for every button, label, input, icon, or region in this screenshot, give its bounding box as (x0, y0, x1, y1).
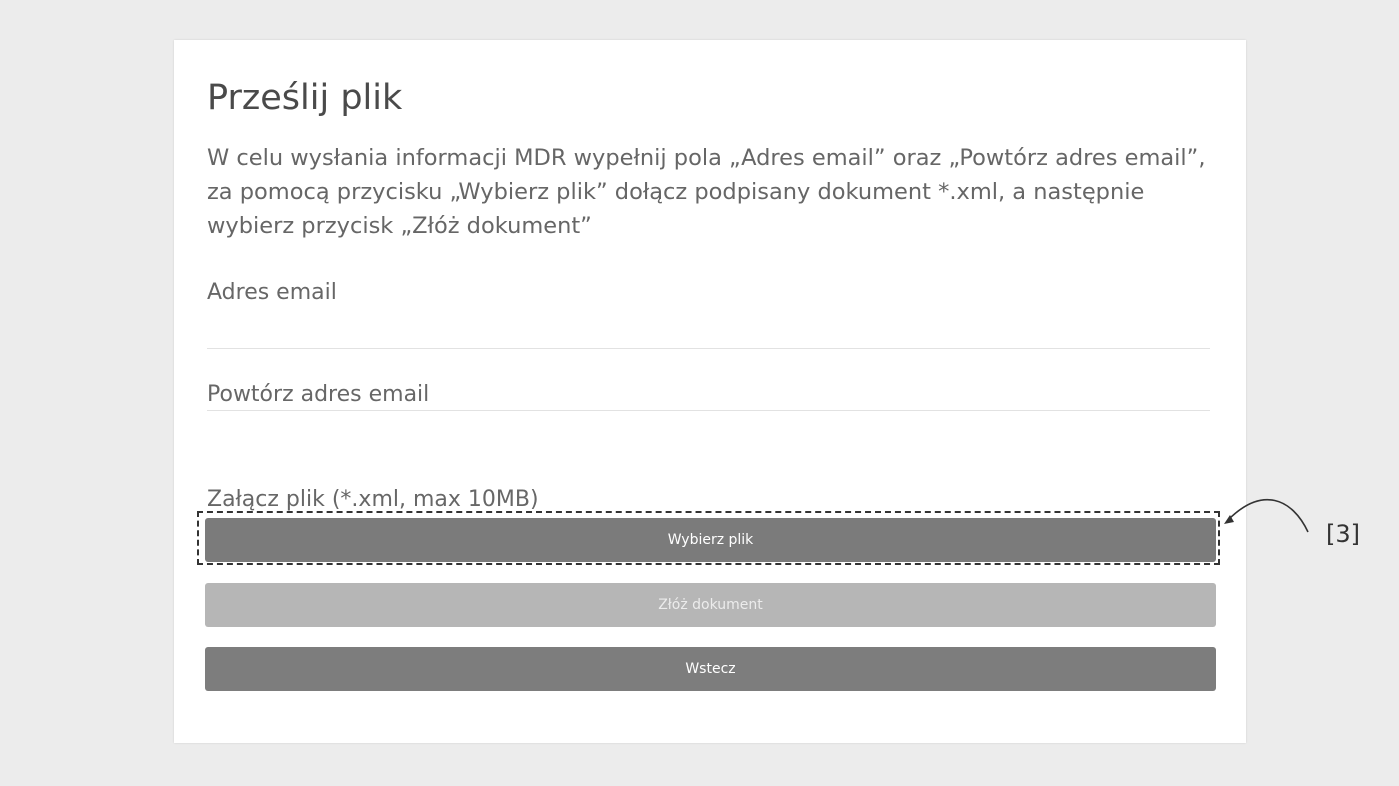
email-label: Adres email (207, 280, 337, 305)
submit-document-button[interactable]: Złóż dokument (205, 583, 1216, 627)
repeat-email-field[interactable] (207, 380, 1210, 411)
back-button[interactable]: Wstecz (205, 647, 1216, 691)
choose-file-button[interactable]: Wybierz plik (205, 518, 1216, 562)
callout-marker: [3] (1326, 520, 1360, 548)
email-field[interactable] (207, 318, 1210, 349)
page-title: Prześlij plik (207, 78, 403, 118)
instructions-text: W celu wysłania informacji MDR wypełnij … (207, 145, 1206, 239)
callout-arrow-icon (1224, 499, 1309, 533)
attach-file-label: Załącz plik (*.xml, max 10MB) (207, 487, 539, 512)
